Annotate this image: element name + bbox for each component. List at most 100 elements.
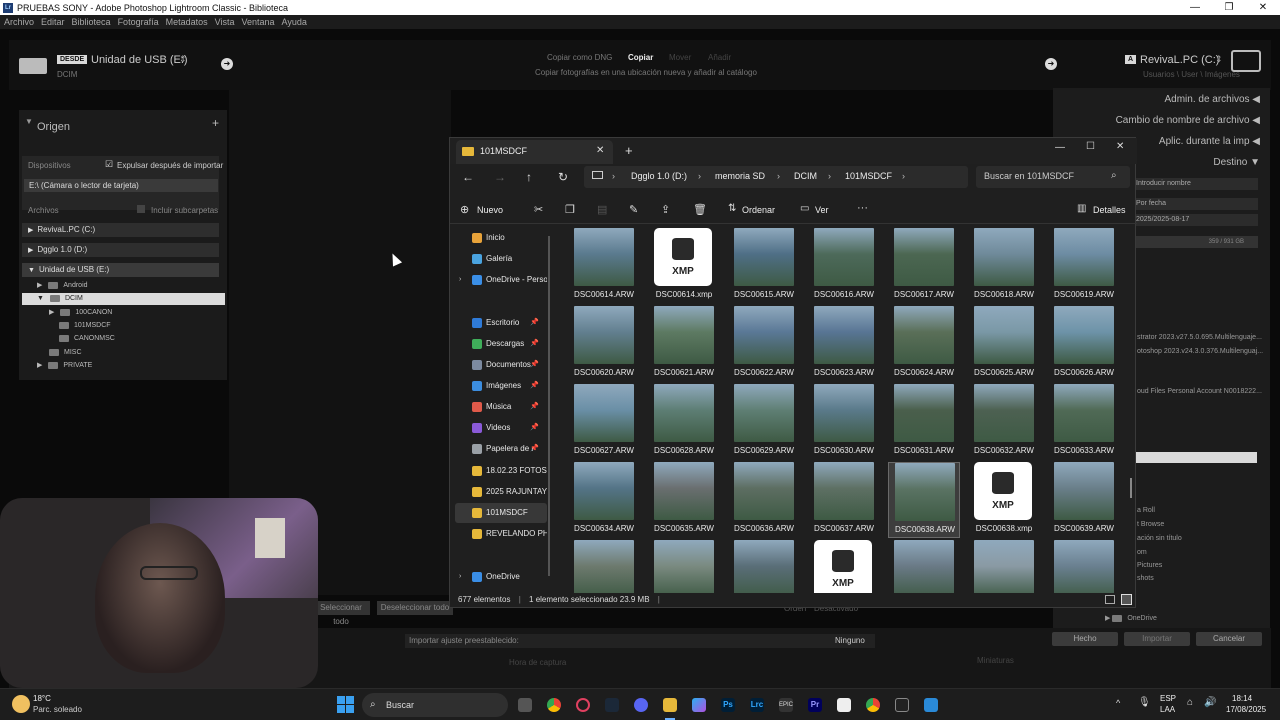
minimize-button[interactable]: —	[1178, 0, 1212, 15]
tray-expand-icon[interactable]: ^	[1116, 698, 1120, 708]
photo-file-item[interactable]: DSC00635.ARW	[648, 462, 720, 538]
mode-copy[interactable]: Copiar	[628, 53, 653, 62]
menu-item[interactable]: Fotografía	[118, 15, 159, 29]
collapse-triangle-icon[interactable]: ▼	[25, 117, 33, 126]
more-options-button[interactable]: ···	[857, 202, 868, 214]
menu-item[interactable]: Vista	[215, 15, 235, 29]
breadcrumb-sd[interactable]: memoria SD	[715, 171, 765, 181]
photo-file-item[interactable]: DSC00618.ARW	[968, 228, 1040, 304]
language-code[interactable]: ESP	[1160, 694, 1176, 703]
paste-icon[interactable]: ▤	[597, 203, 607, 216]
drive-d[interactable]: ▶ Dgglo 1.0 (D:)	[22, 243, 219, 257]
destination-header[interactable]: Destino ▼	[1213, 157, 1260, 168]
deselect-all-button[interactable]: Deseleccionar todo	[377, 601, 453, 615]
folder-101msdcf[interactable]: 101MSDCF	[59, 320, 111, 332]
mode-move[interactable]: Mover	[669, 53, 691, 62]
weather-icon[interactable]	[12, 695, 30, 713]
clock-date[interactable]: 17/08/2025	[1226, 705, 1266, 714]
details-view-icon[interactable]	[1105, 595, 1115, 604]
explorer-maximize-button[interactable]: ☐	[1086, 141, 1095, 152]
nav-item[interactable]: 2025 RAJUNTAY	[455, 482, 547, 502]
refresh-icon[interactable]: ↻	[558, 170, 568, 184]
eject-checkbox[interactable]: ☑	[105, 159, 113, 170]
folder-private[interactable]: ▶ PRIVATE	[37, 360, 92, 372]
nav-item[interactable]: Inicio	[455, 228, 547, 248]
photo-file-item[interactable]: DSC00626.ARW	[1048, 306, 1120, 382]
folder-canonmsc[interactable]: CANONMSC	[59, 333, 115, 345]
dest-folder-8[interactable]: Pictures	[1137, 562, 1162, 569]
destination-dropdown-icon[interactable]: ⇕	[1215, 54, 1223, 65]
photo-file-item[interactable]: DSC00616.ARW	[808, 228, 880, 304]
photo-file-item[interactable]: DSC00621.ARW	[648, 306, 720, 382]
dest-folder-4[interactable]: a Roll	[1137, 507, 1155, 514]
folder-misc[interactable]: MISC	[49, 347, 82, 359]
photo-file-item[interactable]: DSC00638.ARW	[888, 462, 960, 538]
microphone-icon[interactable]: 🎙	[1138, 697, 1151, 708]
photo-file-item[interactable]: DSC00624.ARW	[888, 306, 960, 382]
file-explorer-icon[interactable]	[663, 698, 677, 712]
dest-folder-7[interactable]: om	[1137, 549, 1147, 556]
photo-file-item[interactable]: DSC00628.ARW	[648, 384, 720, 460]
photo-file-item[interactable]: DSC00631.ARW	[888, 384, 960, 460]
nav-item[interactable]: Música 📌	[455, 397, 547, 417]
nav-item[interactable]: 101MSDCF	[455, 503, 547, 523]
subfolders-checkbox[interactable]	[137, 205, 145, 213]
close-button[interactable]: ✕	[1246, 0, 1280, 15]
photo-file-item[interactable]: DSC00622.ARW	[728, 306, 800, 382]
menu-item[interactable]: Ventana	[241, 15, 274, 29]
apply-during-import-header[interactable]: Aplic. durante la imp ◀	[1159, 136, 1260, 147]
xmp-file-item[interactable]: XMP DSC00638.xmp	[968, 462, 1040, 538]
dest-selected-row[interactable]	[1136, 452, 1257, 463]
file-handling-header[interactable]: Admin. de archivos ◀	[1164, 94, 1260, 105]
menu-item[interactable]: Editar	[41, 15, 65, 29]
menu-item[interactable]: Metadatos	[166, 15, 208, 29]
nav-item[interactable]: Escritorio 📌	[455, 313, 547, 333]
mode-add[interactable]: Añadir	[708, 53, 731, 62]
network-icon[interactable]: ⌂	[1187, 697, 1193, 708]
new-tab-button[interactable]: +	[625, 143, 633, 158]
steam-icon[interactable]	[605, 698, 619, 712]
photo-file-item[interactable]	[888, 540, 960, 593]
grid-scrollbar[interactable]	[1130, 478, 1132, 498]
new-button[interactable]: Nuevo	[477, 205, 503, 215]
photo-file-item[interactable]: DSC00615.ARW	[728, 228, 800, 304]
nav-scrollbar[interactable]	[548, 236, 550, 576]
photo-file-item[interactable]: DSC00629.ARW	[728, 384, 800, 460]
nav-item[interactable]: 18.02.23 FOTOS	[455, 461, 547, 481]
expand-chevron-icon[interactable]: ›	[459, 567, 461, 587]
clock-time[interactable]: 18:14	[1232, 694, 1252, 703]
sort-button[interactable]: Ordenar	[742, 205, 775, 215]
windows-start-icon[interactable]	[337, 696, 354, 713]
photo-file-item[interactable]: DSC00636.ARW	[728, 462, 800, 538]
menu-item[interactable]: Biblioteca	[72, 15, 111, 29]
preset-value[interactable]: Ninguno	[835, 636, 865, 645]
photo-file-item[interactable]	[728, 540, 800, 593]
thumbnail-view-icon[interactable]	[1121, 594, 1132, 605]
back-arrow-icon[interactable]: ←	[462, 170, 474, 184]
details-button[interactable]: Detalles	[1093, 205, 1126, 215]
weather-desc[interactable]: Parc. soleado	[33, 705, 82, 714]
dest-folder-5[interactable]: t Browse	[1137, 521, 1164, 528]
explorer-close-button[interactable]: ✕	[1116, 141, 1124, 152]
view-button[interactable]: Ver	[815, 205, 829, 215]
nav-item[interactable]: › OneDrive - Perso	[455, 270, 547, 290]
copy-icon[interactable]: ❐	[565, 203, 575, 216]
maximize-button[interactable]: ❐	[1212, 0, 1246, 15]
photo-file-item[interactable]: DSC00632.ARW	[968, 384, 1040, 460]
menu-item[interactable]: Archivo	[4, 15, 34, 29]
expand-chevron-icon[interactable]: ›	[459, 270, 461, 290]
done-button[interactable]: Hecho	[1052, 632, 1118, 646]
destination-name[interactable]: RevivaL.PC (C:)	[1140, 54, 1219, 66]
close-tab-icon[interactable]: ✕	[596, 145, 604, 156]
language-layout[interactable]: LAA	[1160, 705, 1175, 714]
weather-temp[interactable]: 18°C	[33, 694, 51, 703]
dest-folder-1[interactable]: strator 2023.v27.5.0.695.Multilenguaje..…	[1137, 334, 1262, 341]
breadcrumb-folder[interactable]: 101MSDCF	[845, 171, 892, 181]
photoshop-icon[interactable]: Ps	[721, 698, 735, 712]
cancel-button[interactable]: Cancelar	[1196, 632, 1262, 646]
photo-file-item[interactable]: DSC00634.ARW	[568, 462, 640, 538]
photo-file-item[interactable]: DSC00619.ARW	[1048, 228, 1120, 304]
drive-e[interactable]: ▼ Unidad de USB (E:)	[22, 263, 219, 277]
photo-file-item[interactable]: DSC00630.ARW	[808, 384, 880, 460]
dest-folder-6[interactable]: ación sin título	[1137, 535, 1182, 542]
